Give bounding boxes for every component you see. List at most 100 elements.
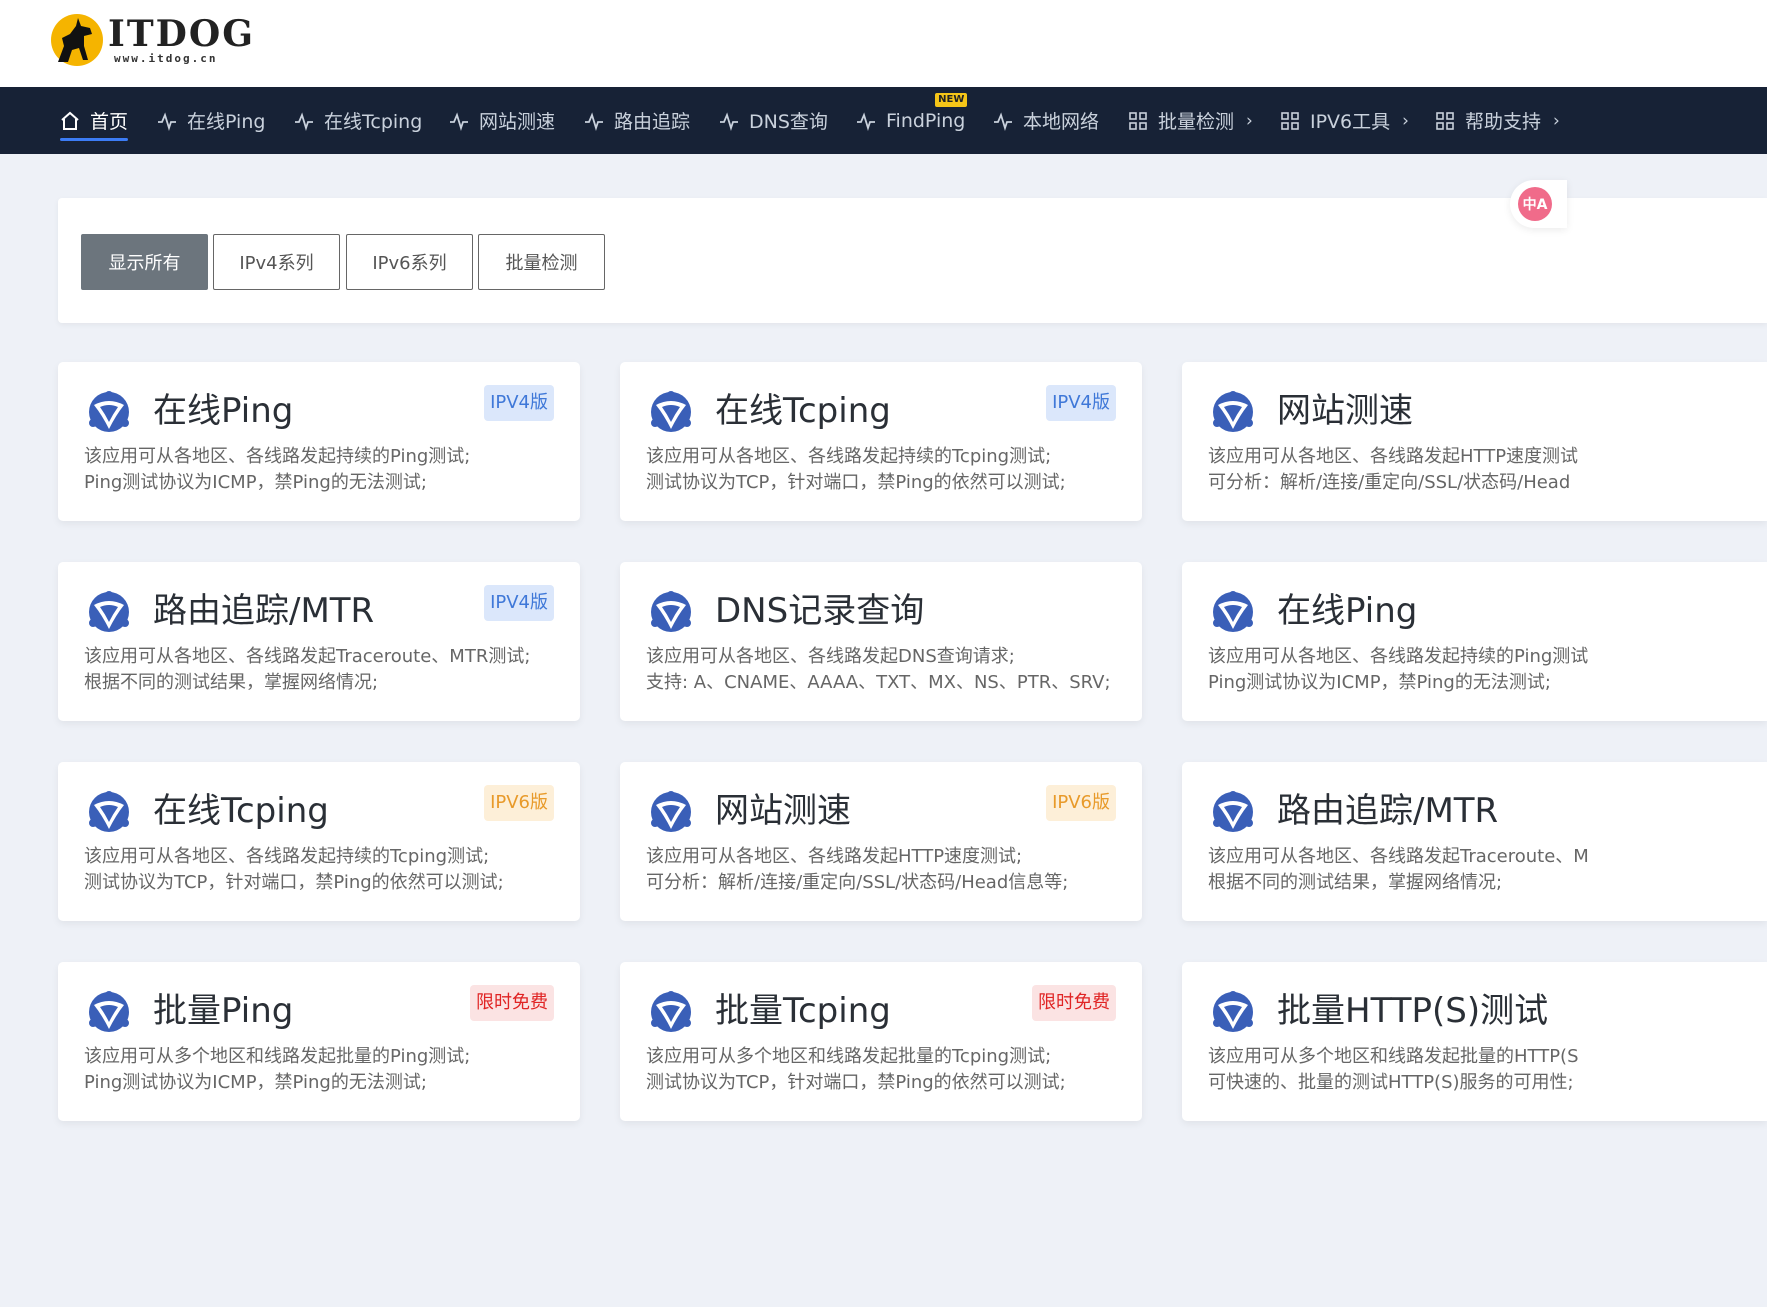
card-description: 该应用可从各地区、各线路发起持续的Tcping测试; 测试协议为TCP，针对端口，… [646,444,1066,496]
card-title: 在线Ping [153,391,294,431]
nav-label: 帮助支持 [1465,111,1542,133]
card-description: 该应用可从各地区、各线路发起HTTP速度测试 可分析：解析/连接/重定向/SSL/… [1208,444,1578,496]
pulse-icon [857,111,875,131]
card-description: 该应用可从各地区、各线路发起持续的Tcping测试; 测试协议为TCP，针对端口，… [84,844,504,896]
grid-icon [1129,111,1147,130]
nav-label: 网站测速 [479,111,556,133]
pulse-icon [994,111,1012,131]
home-icon [61,111,79,130]
network-globe-icon [648,989,694,1035]
tool-card[interactable]: 批量Ping 限时免费 该应用可从多个地区和线路发起批量的Ping测试; Ping测试… [58,962,580,1121]
card-desc-line: 该应用可从多个地区和线路发起批量的Tcping测试; [646,1046,1052,1067]
card-description: 该应用可从多个地区和线路发起批量的HTTP(S 可快速的、批量的测试HTTP(S)… [1208,1044,1579,1096]
tool-card[interactable]: 网站测速 IPV6版 该应用可从各地区、各线路发起HTTP速度测试; 可分析：解析/连… [620,762,1142,921]
network-globe-icon [86,789,132,835]
nav-help-support[interactable]: 帮助支持 › [1435,87,1560,154]
tool-card[interactable]: 在线Ping 该应用可从各地区、各线路发起持续的Ping测试 Ping测试协议为IC… [1182,562,1767,721]
tool-card[interactable]: 路由追踪/MTR 该应用可从各地区、各线路发起Traceroute、M 根据不同的测… [1182,762,1767,921]
tool-card[interactable]: 在线Tcping IPV6版该应用可从各地区、各线路发起持续的Tcping测试; 测… [58,762,580,921]
nav-dns-query[interactable]: DNS查询 [719,87,828,154]
filter-batch-button[interactable]: 批量检测 [478,234,605,290]
nav-site-speed[interactable]: 网站测速 [449,87,555,154]
translate-button[interactable]: 中A [1510,180,1567,228]
filter-panel: 显示所有 IPv4系列 IPv6系列 批量检测 [58,198,1767,323]
nav-online-tcping[interactable]: 在线Tcping [294,87,422,154]
card-title: 批量Ping [153,991,294,1031]
card-badge: IPV4版 [1046,385,1116,421]
tool-card[interactable]: 在线Tcping IPV4版该应用可从各地区、各线路发起持续的Tcping测试; 测… [620,362,1142,521]
card-title: 在线Ping [1277,591,1418,631]
translate-icon: 中A [1518,187,1552,221]
new-badge: NEW [935,93,968,107]
grid-icon [1436,111,1454,130]
card-desc-line: 该应用可从各地区、各线路发起HTTP速度测试; [646,846,1023,867]
dog-logo-icon [51,14,103,66]
filter-ipv4-button[interactable]: IPv4系列 [213,234,340,290]
filter-ipv6-button[interactable]: IPv6系列 [346,234,473,290]
card-description: 该应用可从各地区、各线路发起持续的Ping测试 Ping测试协议为ICMP，禁Pi… [1208,644,1588,696]
tool-card[interactable]: 路由追踪/MTR IPV4版该应用可从各地区、各线路发起Traceroute、MT… [58,562,580,721]
card-desc-line: 可快速的、批量的测试HTTP(S)服务的可用性; [1208,1072,1574,1093]
card-desc-line: 测试协议为TCP，针对端口，禁Ping的依然可以测试; [646,472,1066,493]
pulse-icon [450,111,468,131]
top-header: ITDOG www.itdog.cn [0,0,1767,87]
card-desc-line: Ping测试协议为ICMP，禁Ping的无法测试; [1208,672,1551,693]
pulse-icon [585,111,603,131]
card-desc-line: 根据不同的测试结果，掌握网络情况; [1208,872,1503,893]
nav-label: IPV6工具 [1310,111,1391,133]
card-badge: IPV4版 [484,385,554,421]
card-title: 路由追踪/MTR [1277,791,1499,831]
card-desc-line: 该应用可从多个地区和线路发起批量的Ping测试; [84,1046,471,1067]
card-desc-line: 该应用可从各地区、各线路发起Traceroute、MTR测试; [84,646,531,667]
network-globe-icon [1210,589,1256,635]
card-title: 网站测速 [1277,391,1413,431]
site-logo[interactable]: ITDOG www.itdog.cn [50,12,255,68]
pulse-icon [158,111,176,131]
card-title: 路由追踪/MTR [153,591,375,631]
grid-icon [1281,111,1299,130]
network-globe-icon [1210,789,1256,835]
card-badge: IPV6版 [484,785,554,821]
card-desc-line: 该应用可从多个地区和线路发起批量的HTTP(S [1208,1046,1579,1067]
card-title: 网站测速 [715,791,851,831]
network-globe-icon [1210,389,1256,435]
tool-card[interactable]: 在线Ping IPV4版 该应用可从各地区、各线路发起持续的Ping测试; Ping测… [58,362,580,521]
card-desc-line: 根据不同的测试结果，掌握网络情况; [84,672,379,693]
chevron-right-icon: › [1402,110,1409,131]
pulse-icon [295,111,313,131]
tool-card[interactable]: DNS记录查询 该应用可从各地区、各线路发起DNS查询请求; 支持: A、CNAME… [620,562,1142,721]
nav-home[interactable]: 首页 [60,87,129,154]
card-description: 该应用可从多个地区和线路发起批量的Tcping测试; 测试协议为TCP，针对端口，… [646,1044,1066,1096]
nav-traceroute[interactable]: 路由追踪 [584,87,690,154]
network-globe-icon [86,589,132,635]
card-description: 该应用可从各地区、各线路发起Traceroute、MTR测试; 根据不同的测试结果… [84,644,530,696]
network-globe-icon [648,589,694,635]
card-desc-line: 该应用可从各地区、各线路发起DNS查询请求; [646,646,1015,667]
card-desc-line: 可分析：解析/连接/重定向/SSL/状态码/Head [1208,472,1571,493]
filter-show-all-button[interactable]: 显示所有 [81,234,208,290]
card-description: 该应用可从各地区、各线路发起DNS查询请求; 支持: A、CNAME、AAAA、T… [646,644,1111,696]
card-badge: IPV4版 [484,585,554,621]
network-globe-icon [86,989,132,1035]
tool-card[interactable]: 网站测速该应用可从各地区、各线路发起HTTP速度测试 可分析：解析/连接/重定向/… [1182,362,1767,521]
network-globe-icon [648,389,694,435]
card-desc-line: 该应用可从各地区、各线路发起持续的Ping测试 [1208,646,1589,667]
card-desc-line: 该应用可从各地区、各线路发起持续的Ping测试; [84,446,471,467]
network-globe-icon [1210,989,1256,1035]
tool-card[interactable]: 批量HTTP(S)测试该应用可从多个地区和线路发起批量的HTTP(S 可快速的、批… [1182,962,1767,1121]
card-description: 该应用可从各地区、各线路发起持续的Ping测试; Ping测试协议为ICMP，禁P… [84,444,470,496]
card-title: 在线Tcping [153,791,329,831]
nav-online-ping[interactable]: 在线Ping [157,87,265,154]
nav-findping[interactable]: FindPing NEW [856,87,968,154]
card-title: 批量HTTP(S)测试 [1277,991,1549,1031]
nav-batch-check[interactable]: 批量检测 › [1128,87,1253,154]
nav-label: FindPing [886,109,966,132]
card-title: 在线Tcping [715,391,891,431]
nav-label: 在线Tcping [324,111,423,133]
card-description: 该应用可从各地区、各线路发起Traceroute、M 根据不同的测试结果，掌握网络… [1208,844,1589,896]
nav-local-network[interactable]: 本地网络 [993,87,1099,154]
card-badge: IPV6版 [1046,785,1116,821]
card-badge: 限时免费 [470,985,554,1021]
nav-ipv6-tools[interactable]: IPV6工具 › [1280,87,1409,154]
tool-card[interactable]: 批量Tcping 限时免费 该应用可从多个地区和线路发起批量的Tcping测试; 测试… [620,962,1142,1121]
